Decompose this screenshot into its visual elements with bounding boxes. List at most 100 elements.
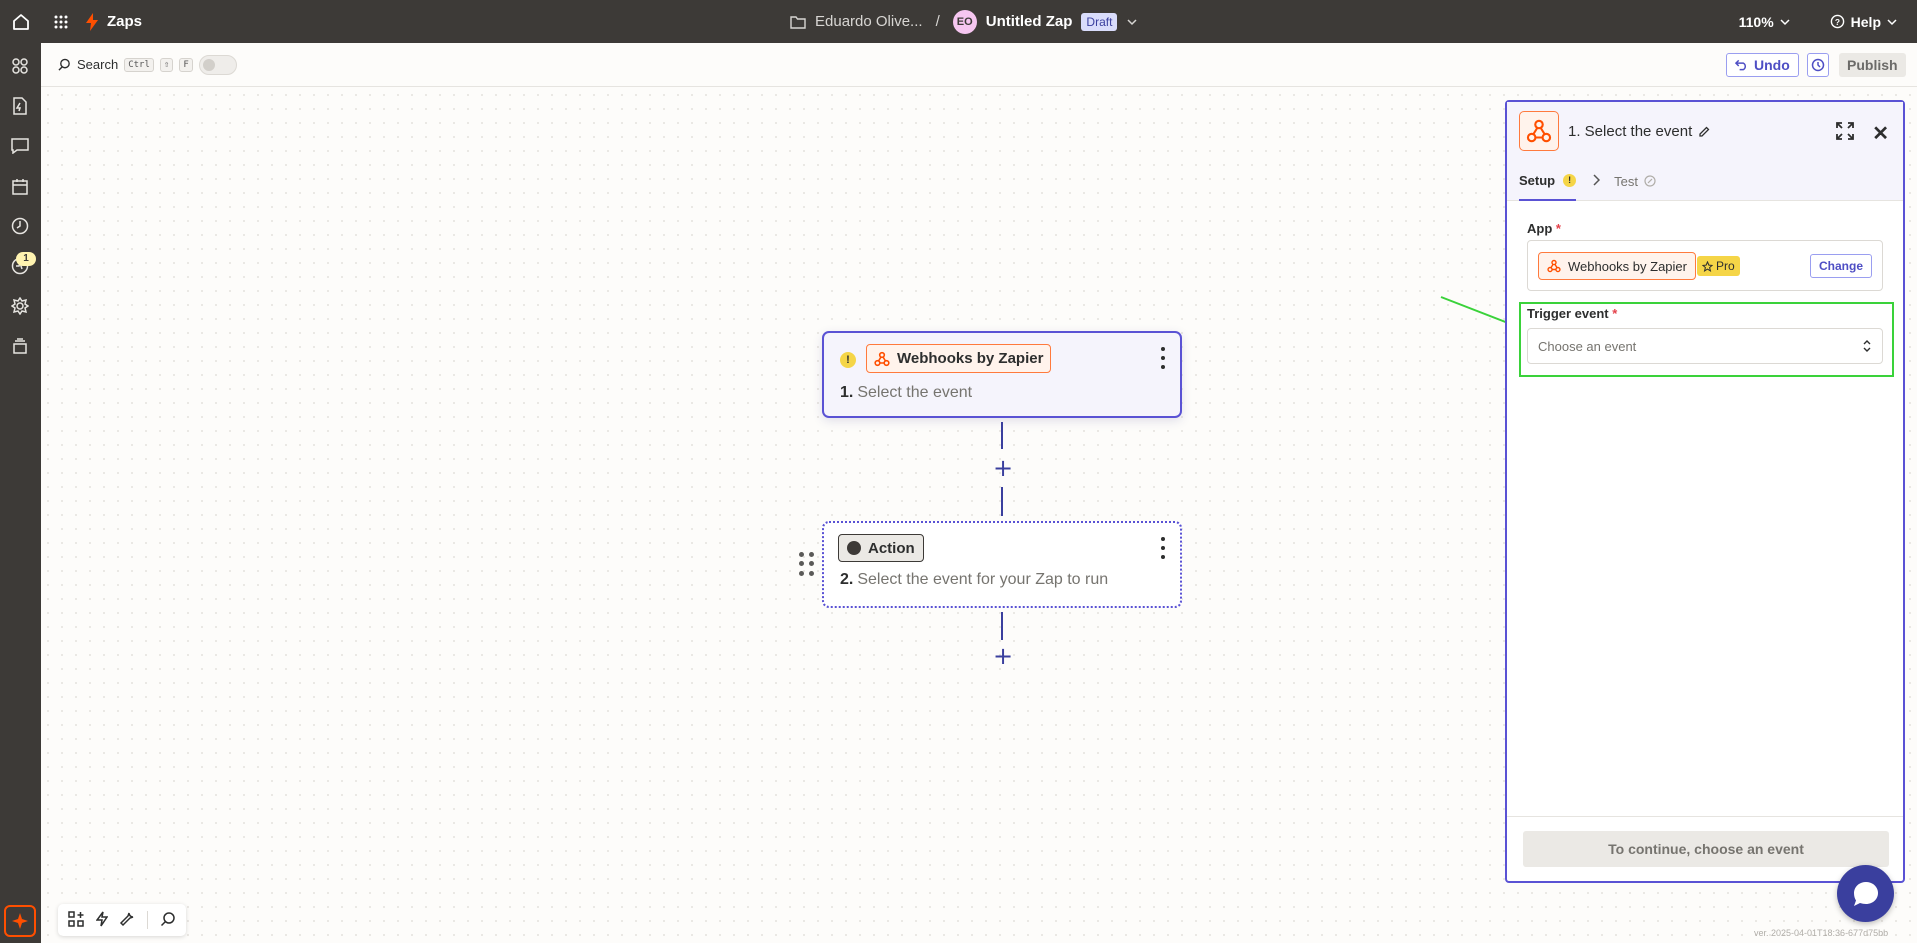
undo-button[interactable]: Undo — [1726, 53, 1799, 77]
shortcut-ctrl: Ctrl — [124, 57, 154, 72]
required-mark: * — [1555, 221, 1561, 236]
trigger-step-card[interactable]: ! Webhooks by Zapier 1. Select the event — [822, 331, 1182, 418]
more-options-icon[interactable] — [1160, 347, 1166, 369]
step-config-panel: 1. Select the event ✕ Setup ! Test App *… — [1505, 100, 1905, 883]
avatar[interactable]: EO — [952, 9, 977, 34]
wrench-icon[interactable] — [119, 911, 135, 930]
continue-button[interactable]: To continue, choose an event — [1523, 831, 1889, 867]
app-name: Zaps — [107, 13, 143, 30]
chevron-down-icon — [1887, 18, 1897, 25]
app-field: Webhooks by Zapier Pro Change — [1527, 240, 1883, 291]
step-text: Select the event — [857, 384, 973, 401]
settings-icon[interactable] — [9, 295, 31, 317]
history-icon — [1811, 58, 1825, 72]
search-label: Search — [77, 57, 119, 72]
zaps-link[interactable]: Zaps — [85, 12, 143, 31]
action-icon — [847, 541, 861, 555]
test-status-icon — [1644, 175, 1656, 187]
shortcut-shift: ⇧ — [159, 57, 174, 72]
close-icon[interactable]: ✕ — [1872, 121, 1889, 146]
more-options-icon[interactable] — [1160, 537, 1166, 559]
action-step-card[interactable]: Action 2. Select the event for your Zap t… — [822, 521, 1182, 608]
step-text: Select the event for your Zap to run — [857, 571, 1109, 588]
version-history-button[interactable] — [1807, 53, 1829, 77]
folder-name: Eduardo Olive... — [815, 13, 923, 30]
selected-app-name: Webhooks by Zapier — [1568, 258, 1687, 274]
calendar-icon[interactable] — [9, 175, 31, 197]
publish-button[interactable]: Publish — [1839, 53, 1906, 77]
svg-text:?: ? — [1835, 17, 1840, 27]
chevron-down-icon[interactable] — [1126, 16, 1138, 28]
selected-app-chip: Webhooks by Zapier — [1538, 252, 1696, 280]
copilot-sparkle-icon[interactable] — [4, 905, 36, 937]
chevron-right-icon — [1592, 173, 1601, 189]
search-icon[interactable] — [160, 911, 176, 930]
change-app-button[interactable]: Change — [1809, 254, 1872, 278]
trigger-step-title: 1. Select the event — [840, 384, 972, 402]
chat-icon[interactable] — [9, 135, 31, 157]
connector-line — [1001, 487, 1003, 516]
zoom-level: 110% — [1738, 13, 1774, 30]
expand-icon[interactable] — [1836, 122, 1854, 143]
layers-icon[interactable] — [9, 335, 31, 357]
left-sidebar: 1 — [0, 43, 41, 943]
star-icon — [1702, 260, 1713, 272]
shortcut-f: F — [179, 57, 193, 72]
status-badge: Draft — [1081, 12, 1118, 31]
help-label: Help — [1850, 13, 1881, 30]
add-step-button[interactable]: + — [993, 644, 1013, 668]
toolbar-divider — [147, 911, 149, 929]
search-icon — [58, 58, 70, 71]
history-icon[interactable] — [9, 215, 31, 237]
canvas-search[interactable]: Search Ctrl ⇧ F — [58, 57, 193, 72]
add-step-button[interactable]: + — [993, 456, 1013, 480]
tab-test-label: Test — [1614, 173, 1638, 189]
panel-title[interactable]: 1. Select the event — [1568, 123, 1710, 140]
connector-line — [1001, 612, 1003, 640]
tab-test[interactable]: Test — [1614, 174, 1656, 189]
zap-bolt-icon — [86, 12, 98, 31]
app-label: App — [1527, 221, 1553, 236]
home-icon[interactable] — [0, 0, 41, 43]
app-grid-icon[interactable] — [41, 0, 81, 43]
trigger-app-pill: Webhooks by Zapier — [866, 344, 1052, 373]
folder-link[interactable]: Eduardo Olive... — [790, 13, 923, 30]
panel-footer: To continue, choose an event — [1507, 816, 1903, 881]
panel-title-text: 1. Select the event — [1568, 123, 1693, 140]
zoom-dropdown[interactable]: 110% — [1739, 14, 1790, 30]
connector-line — [1001, 422, 1003, 449]
undo-label: Undo — [1754, 57, 1790, 73]
undo-icon — [1735, 59, 1746, 71]
add-apps-icon[interactable] — [68, 910, 84, 930]
pencil-icon[interactable] — [1698, 126, 1710, 138]
drag-handle-icon[interactable] — [799, 552, 815, 578]
chat-bubble-icon — [1853, 881, 1878, 906]
action-badge: Action — [838, 534, 924, 562]
zap-bolt-icon[interactable] — [95, 911, 109, 930]
breadcrumb: Eduardo Olive... / EO Untitled Zap Draft — [790, 0, 1138, 43]
warning-icon: ! — [1563, 173, 1577, 187]
canvas-toggle[interactable] — [198, 54, 237, 75]
annotation-highlight-box — [1519, 302, 1894, 377]
zap-name[interactable]: Untitled Zap — [986, 13, 1073, 30]
pro-label: Pro — [1716, 259, 1735, 273]
webhook-icon — [1519, 111, 1559, 151]
action-step-title: 2. Select the event for your Zap to run — [840, 571, 1108, 589]
app-field-label: App * — [1527, 221, 1561, 236]
webhook-icon — [874, 351, 890, 366]
zap-file-icon[interactable] — [9, 95, 31, 117]
action-badge-label: Action — [868, 539, 915, 557]
apps-icon[interactable] — [9, 55, 31, 77]
help-menu[interactable]: ? Help — [1830, 14, 1897, 30]
editor-toolbar: Search Ctrl ⇧ F Undo Publish — [41, 43, 1917, 87]
support-chat-button[interactable] — [1837, 865, 1894, 922]
top-right-controls: 110% ? Help — [1739, 0, 1897, 43]
help-icon: ? — [1830, 14, 1844, 29]
pro-badge: Pro — [1697, 256, 1740, 276]
warning-icon: ! — [840, 352, 856, 368]
tab-setup[interactable]: Setup ! — [1519, 162, 1577, 201]
folder-icon — [790, 15, 806, 29]
chevron-down-icon — [1780, 18, 1790, 25]
panel-header: 1. Select the event ✕ — [1507, 102, 1903, 162]
trigger-app-name: Webhooks by Zapier — [897, 350, 1044, 367]
